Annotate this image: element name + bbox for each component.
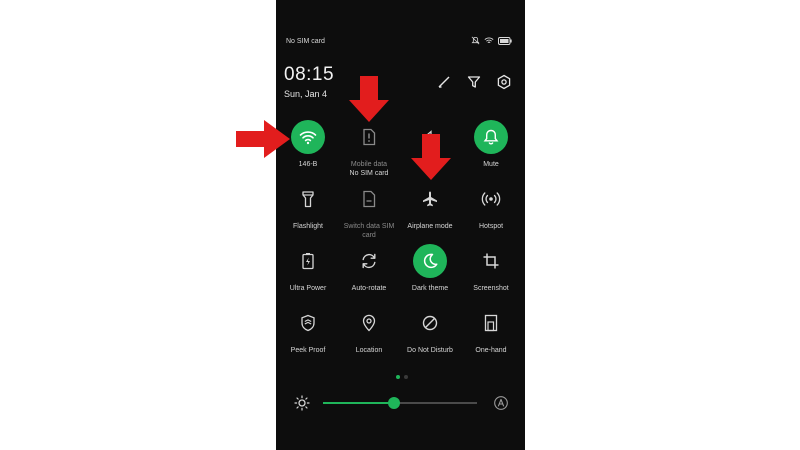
tile-label: One-hand	[475, 347, 507, 354]
settings-icon[interactable]	[496, 74, 512, 90]
annotation-arrow-down-icon	[411, 134, 451, 185]
moon-icon[interactable]	[413, 244, 447, 278]
auto-brightness-icon[interactable]	[493, 395, 509, 416]
tile-label: Dark theme	[411, 285, 449, 292]
tile-do-not-disturb[interactable]: Do Not Disturb	[399, 306, 461, 355]
clock-date: Sun, Jan 4	[284, 89, 328, 99]
tile-label: Mobile data	[350, 161, 388, 168]
tile-dark-theme[interactable]: Dark theme	[399, 244, 461, 293]
wifi-icon	[484, 36, 494, 45]
tile-label: Airplane mode	[407, 223, 453, 230]
brightness-thumb[interactable]	[387, 397, 400, 409]
status-icons	[471, 36, 512, 45]
tile-label: Switch data SIM card	[343, 223, 395, 239]
quick-settings-panel: No SIM card 08:15 Sun, Jan 4 146-B Mobil…	[276, 0, 525, 450]
header-actions	[436, 74, 512, 90]
tile-one-hand[interactable]: One-hand	[460, 306, 522, 355]
annotation-arrow-down-icon	[349, 76, 389, 127]
tile-label: Peek Proof	[290, 347, 326, 354]
flashlight-icon[interactable]	[291, 182, 325, 216]
tile-label: Screenshot	[473, 285, 509, 292]
page-dot[interactable]	[404, 375, 408, 379]
brightness-sun-icon	[294, 395, 310, 416]
tile-sublabel: No SIM card	[349, 170, 389, 177]
brightness-slider[interactable]	[323, 397, 477, 409]
edit-icon[interactable]	[436, 74, 452, 90]
clock-time: 08:15	[284, 64, 335, 85]
tile-mobile-data[interactable]: Mobile data No SIM card	[338, 120, 400, 178]
tile-ultra-power[interactable]: Ultra Power	[277, 244, 339, 293]
sim-switch-icon[interactable]	[352, 182, 386, 216]
bell-mute-icon[interactable]	[474, 120, 508, 154]
carrier-status: No SIM card	[286, 38, 325, 45]
tile-label: Flashlight	[293, 223, 323, 230]
tile-peek-proof[interactable]: Peek Proof	[277, 306, 339, 355]
battery-bolt-icon[interactable]	[291, 244, 325, 278]
battery-icon	[498, 36, 512, 45]
tile-label: Ultra Power	[289, 285, 327, 292]
location-pin-icon[interactable]	[352, 306, 386, 340]
tile-label: Location	[355, 347, 383, 354]
tile-auto-rotate[interactable]: Auto-rotate	[338, 244, 400, 293]
hotspot-icon[interactable]	[474, 182, 508, 216]
tile-switch-data-sim[interactable]: Switch data SIM card	[338, 182, 400, 240]
page-dot-active[interactable]	[396, 375, 400, 379]
do-not-disturb-icon[interactable]	[413, 306, 447, 340]
wifi-toggle-icon[interactable]	[291, 120, 325, 154]
tile-label: Hotspot	[478, 223, 504, 230]
mute-bell-icon	[471, 36, 480, 45]
one-hand-icon[interactable]	[474, 306, 508, 340]
tile-label: Mute	[483, 161, 499, 168]
crop-icon[interactable]	[474, 244, 508, 278]
filter-icon[interactable]	[466, 74, 482, 90]
tile-airplane-mode[interactable]: Airplane mode	[399, 182, 461, 231]
tile-screenshot[interactable]: Screenshot	[460, 244, 522, 293]
annotation-arrow-right-icon	[236, 120, 290, 163]
tile-location[interactable]: Location	[338, 306, 400, 355]
airplane-icon[interactable]	[413, 182, 447, 216]
rotate-icon[interactable]	[352, 244, 386, 278]
tile-hotspot[interactable]: Hotspot	[460, 182, 522, 231]
brightness-control	[294, 395, 510, 411]
brightness-fill	[323, 402, 394, 404]
tile-label: Auto-rotate	[351, 285, 387, 292]
tile-label: Do Not Disturb	[407, 347, 453, 354]
page-indicator	[396, 375, 408, 379]
shield-icon[interactable]	[291, 306, 325, 340]
tile-flashlight[interactable]: Flashlight	[277, 182, 339, 231]
tile-mute[interactable]: Mute	[460, 120, 522, 169]
